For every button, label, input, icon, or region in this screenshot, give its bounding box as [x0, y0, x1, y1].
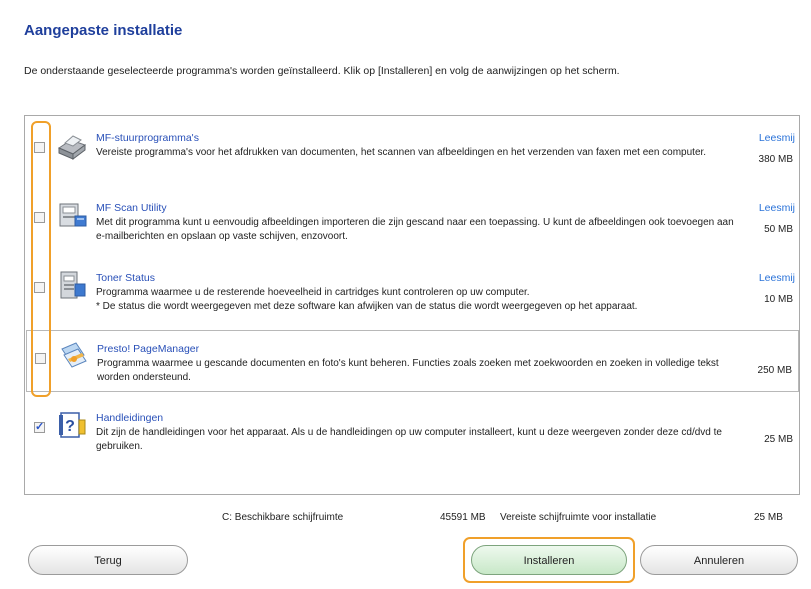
printer-icon — [57, 135, 87, 160]
program-description: Programma waarmee u de resterende hoevee… — [96, 287, 638, 312]
toner-icon — [60, 271, 86, 299]
program-list: MF-stuurprogramma's Vereiste programma's… — [24, 115, 800, 495]
program-description: Vereiste programma's voor het afdrukken … — [96, 147, 707, 158]
list-item-toner-status: Toner Status Programma waarmee u de rest… — [25, 260, 799, 330]
instruction-text: De onderstaande geselecteerde programma'… — [24, 65, 620, 77]
list-item-handleidingen: ? Handleidingen Dit zijn de handleidinge… — [25, 400, 799, 460]
pagemanager-icon — [61, 342, 87, 368]
program-name: Presto! PageManager — [97, 343, 200, 355]
list-item-presto-pagemanager: Presto! PageManager Programma waarmee u … — [26, 330, 799, 392]
cancel-button[interactable]: Annuleren — [640, 545, 798, 575]
program-name: MF-stuurprogramma's — [96, 132, 199, 144]
available-space-value: 45591 MB — [440, 512, 486, 523]
program-size: 250 MB — [757, 365, 792, 376]
readme-link[interactable]: Leesmij — [759, 202, 795, 214]
program-size: 380 MB — [758, 154, 793, 165]
program-name: Handleidingen — [96, 412, 164, 424]
install-button[interactable]: Installeren — [471, 545, 627, 575]
checkbox-handleidingen[interactable] — [34, 420, 45, 433]
required-space-label: Vereiste schijfruimte voor installatie — [500, 512, 657, 523]
program-name: Toner Status — [96, 272, 155, 284]
program-size: 25 MB — [764, 434, 793, 445]
scanner-icon — [59, 203, 87, 227]
program-description: Met dit programma kunt u eenvoudig afbee… — [96, 217, 734, 242]
manual-icon: ? — [59, 412, 86, 438]
program-size: 50 MB — [764, 224, 793, 235]
list-item-mf-drivers: MF-stuurprogramma's Vereiste programma's… — [25, 120, 799, 180]
page-title: Aangepaste installatie — [24, 22, 183, 39]
available-space-label: C: Beschikbare schijfruimte — [222, 512, 344, 523]
program-description: Programma waarmee u gescande documenten … — [97, 358, 719, 383]
svg-text:?: ? — [65, 418, 75, 435]
program-name: MF Scan Utility — [96, 202, 167, 214]
readme-link[interactable]: Leesmij — [759, 132, 795, 144]
program-description: Dit zijn de handleidingen voor het appar… — [96, 427, 722, 452]
back-button[interactable]: Terug — [28, 545, 188, 575]
required-space-value: 25 MB — [754, 512, 783, 523]
checkbox-highlight-frame — [31, 121, 51, 397]
list-item-mf-scan-utility: MF Scan Utility Met dit programma kunt u… — [25, 190, 799, 250]
program-size: 10 MB — [764, 294, 793, 305]
readme-link[interactable]: Leesmij — [759, 272, 795, 284]
